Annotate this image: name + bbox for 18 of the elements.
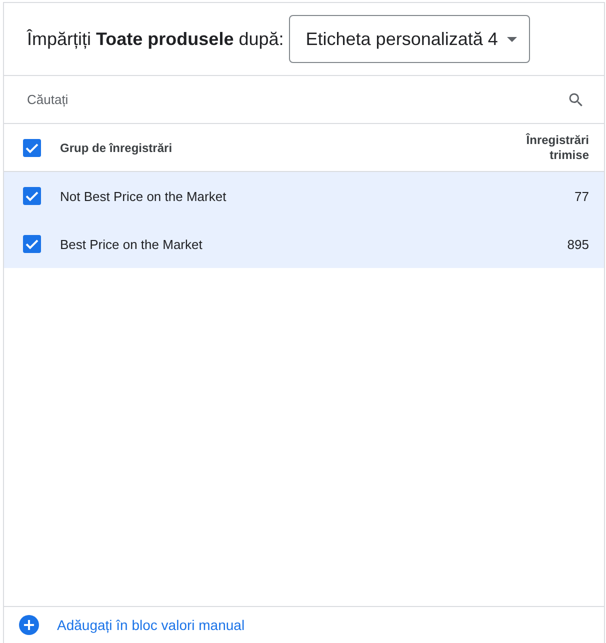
split-by-label: Împărțiți Toate produsele după: (27, 28, 284, 50)
row-checkbox[interactable] (23, 235, 41, 253)
table-row[interactable]: Best Price on the Market 895 (4, 220, 604, 268)
attribute-dropdown[interactable]: Eticheta personalizată 4 (288, 15, 530, 63)
table-cell-text: Best Price on the Market (60, 236, 204, 252)
table-cell: 77 (574, 188, 589, 204)
caret-icon (506, 36, 517, 42)
column-header: Înregistrări trimise (524, 132, 589, 162)
column-header: Grup de înregistrări (60, 140, 174, 154)
table-cell-text: Not Best Price on the Market (60, 188, 228, 204)
add-icon[interactable] (19, 615, 39, 635)
row-checkbox[interactable] (23, 187, 41, 205)
table-cell: 895 (567, 236, 589, 252)
search-icon[interactable] (567, 90, 585, 108)
table-row[interactable]: Not Best Price on the Market 77 (4, 172, 604, 220)
select-all-checkbox[interactable] (23, 138, 41, 156)
search-field[interactable]: Căutați (27, 88, 567, 112)
bulk-add-link[interactable]: Adăugați în bloc valori manual (57, 617, 245, 633)
